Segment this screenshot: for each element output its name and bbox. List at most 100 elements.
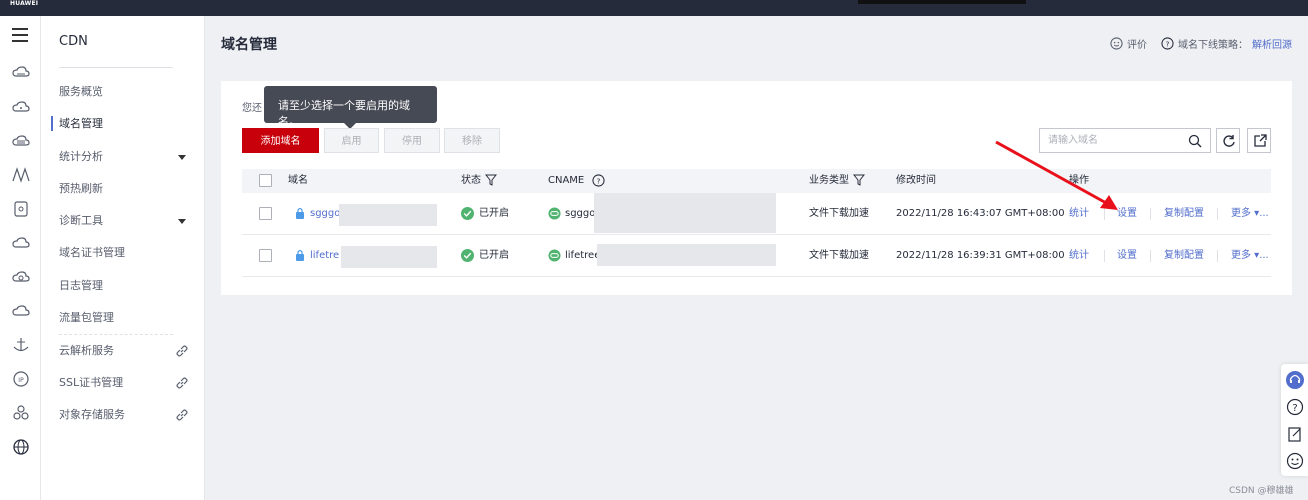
business-type-cell: 文件下载加速 xyxy=(809,250,869,261)
floating-help-bar: ? xyxy=(1281,364,1308,476)
sidebar-item-prefetch-refresh[interactable]: 预热刷新 xyxy=(59,179,199,199)
customer-service-icon[interactable] xyxy=(1286,371,1304,389)
cloud-network-icon[interactable] xyxy=(12,268,30,286)
redacted-block xyxy=(339,204,437,226)
domain-cell: lifetre xyxy=(295,235,339,277)
cloud-service-icon[interactable] xyxy=(12,234,30,252)
anchor-icon[interactable] xyxy=(12,336,30,354)
export-button[interactable] xyxy=(1247,128,1271,153)
more-dropdown[interactable]: 更多 ▾... xyxy=(1231,235,1269,277)
service-icon-bar: IP xyxy=(0,16,41,500)
cname-link-icon xyxy=(548,248,561,262)
ip-icon[interactable]: IP xyxy=(12,370,30,388)
cloud-outline-icon[interactable] xyxy=(12,302,30,320)
link-icon xyxy=(176,409,188,421)
rate-link[interactable]: 评价 xyxy=(1127,36,1147,51)
sidebar-item-traffic-packages[interactable]: 流量包管理 xyxy=(59,308,199,328)
domain-cell: sgggo xyxy=(295,193,340,235)
top-bar: HUAWEI xyxy=(0,0,1308,16)
row-checkbox[interactable] xyxy=(259,249,272,262)
status-cell: 已开启 xyxy=(461,193,509,235)
page-top-actions: 评价 ? 域名下线策略： 解析回源 xyxy=(1110,36,1292,51)
sidebar-dashed-divider xyxy=(59,334,173,335)
domain-link[interactable]: sgggo xyxy=(310,208,340,219)
refresh-icon xyxy=(1223,135,1235,147)
stats-link[interactable]: 统计 xyxy=(1069,235,1089,277)
policy-link[interactable]: 解析回源 xyxy=(1252,36,1292,51)
lock-icon xyxy=(296,207,304,219)
watermark-text: CSDN @穆雄雄 xyxy=(1229,486,1294,496)
sidebar-item-domain-management[interactable]: 域名管理 xyxy=(51,114,199,134)
policy-label: 域名下线策略： xyxy=(1178,40,1248,51)
huawei-logo[interactable]: HUAWEI xyxy=(10,0,38,7)
ops-divider xyxy=(1150,250,1151,262)
ops-divider xyxy=(1217,250,1218,262)
caret-down-icon xyxy=(178,155,186,160)
help-icon[interactable]: ? xyxy=(1286,398,1304,416)
column-cname: CNAME? xyxy=(548,169,605,193)
cloud-host-icon[interactable] xyxy=(12,64,30,82)
smiley-icon[interactable] xyxy=(1110,37,1123,50)
svg-text:?: ? xyxy=(1292,403,1297,414)
svg-text:?: ? xyxy=(1166,39,1170,48)
sidebar-item-diagnostics[interactable]: 诊断工具 xyxy=(59,211,199,231)
ops-divider xyxy=(1150,208,1151,220)
help-icon[interactable]: ? xyxy=(1161,37,1174,50)
filter-icon[interactable] xyxy=(853,174,865,186)
sidebar-link-ssl[interactable]: SSL证书管理 xyxy=(59,373,199,393)
sidebar-item-statistics[interactable]: 统计分析 xyxy=(59,147,199,167)
sidebar-link-dns[interactable]: 云解析服务 xyxy=(59,341,199,361)
row-checkbox[interactable] xyxy=(259,207,272,220)
more-dropdown[interactable]: 更多 ▾... xyxy=(1231,193,1269,235)
database-cloud-icon[interactable] xyxy=(12,132,30,150)
settings-link[interactable]: 设置 xyxy=(1117,235,1137,277)
svg-text:IP: IP xyxy=(18,377,24,384)
enable-button[interactable]: 启用 xyxy=(324,128,379,153)
table-row: lifetre 已开启 lifetree 文件下载加速 2022/11/28 1… xyxy=(242,235,1271,277)
cname-cell: lifetree xyxy=(548,235,600,277)
column-business-type[interactable]: 业务类型 xyxy=(809,169,865,193)
check-circle-icon xyxy=(461,248,474,262)
global-search-bar[interactable] xyxy=(858,0,1026,4)
copy-config-link[interactable]: 复制配置 xyxy=(1164,235,1204,277)
disable-button[interactable]: 停用 xyxy=(384,128,440,153)
column-status[interactable]: 状态 xyxy=(461,169,497,193)
sidebar-item-overview[interactable]: 服务概览 xyxy=(59,82,199,102)
ops-divider xyxy=(1217,208,1218,220)
sidebar-item-logs[interactable]: 日志管理 xyxy=(59,276,199,296)
cname-link-icon xyxy=(548,206,561,220)
smiley-icon[interactable] xyxy=(1286,452,1304,470)
cdn-sidebar: CDN 服务概览 域名管理 统计分析 预热刷新 诊断工具 域名证书管理 日志管理… xyxy=(41,16,205,500)
ops-divider xyxy=(1104,250,1105,262)
refresh-button[interactable] xyxy=(1216,128,1240,153)
menu-icon[interactable] xyxy=(12,28,28,42)
storage-icon[interactable] xyxy=(12,200,30,218)
copy-config-link[interactable]: 复制配置 xyxy=(1164,193,1204,235)
filter-icon[interactable] xyxy=(485,174,497,186)
add-domain-button[interactable]: 添加域名 xyxy=(242,128,319,153)
export-icon xyxy=(1254,134,1267,147)
redacted-block xyxy=(597,244,776,266)
active-indicator xyxy=(51,116,53,131)
remove-button[interactable]: 移除 xyxy=(444,128,500,153)
cloud-icon[interactable] xyxy=(12,98,30,116)
lock-icon xyxy=(296,249,304,261)
analytics-icon[interactable] xyxy=(12,166,30,184)
sidebar-title: CDN xyxy=(59,34,88,49)
domain-link[interactable]: lifetre xyxy=(310,250,339,261)
select-all-checkbox[interactable] xyxy=(259,174,272,187)
globe-icon[interactable] xyxy=(12,438,30,456)
page-title: 域名管理 xyxy=(221,37,277,53)
cluster-icon[interactable] xyxy=(12,404,30,422)
redacted-block xyxy=(594,193,776,233)
column-modified: 修改时间 xyxy=(896,175,936,186)
sidebar-link-obs[interactable]: 对象存储服务 xyxy=(59,405,199,425)
help-icon[interactable]: ? xyxy=(592,173,605,187)
domain-list-card: 您还 请至少选择一个要启用的域名。 添加域名 启用 停用 移除 域名 状态 CN… xyxy=(221,81,1292,295)
main-content: 域名管理 评价 ? 域名下线策略： 解析回源 您还 请至少选择一个要启用的域名。… xyxy=(205,16,1308,500)
redacted-block xyxy=(341,246,437,268)
link-icon xyxy=(176,345,188,357)
feedback-edit-icon[interactable] xyxy=(1286,425,1304,443)
search-icon[interactable] xyxy=(1188,134,1202,148)
sidebar-item-domain-certificates[interactable]: 域名证书管理 xyxy=(59,243,199,263)
